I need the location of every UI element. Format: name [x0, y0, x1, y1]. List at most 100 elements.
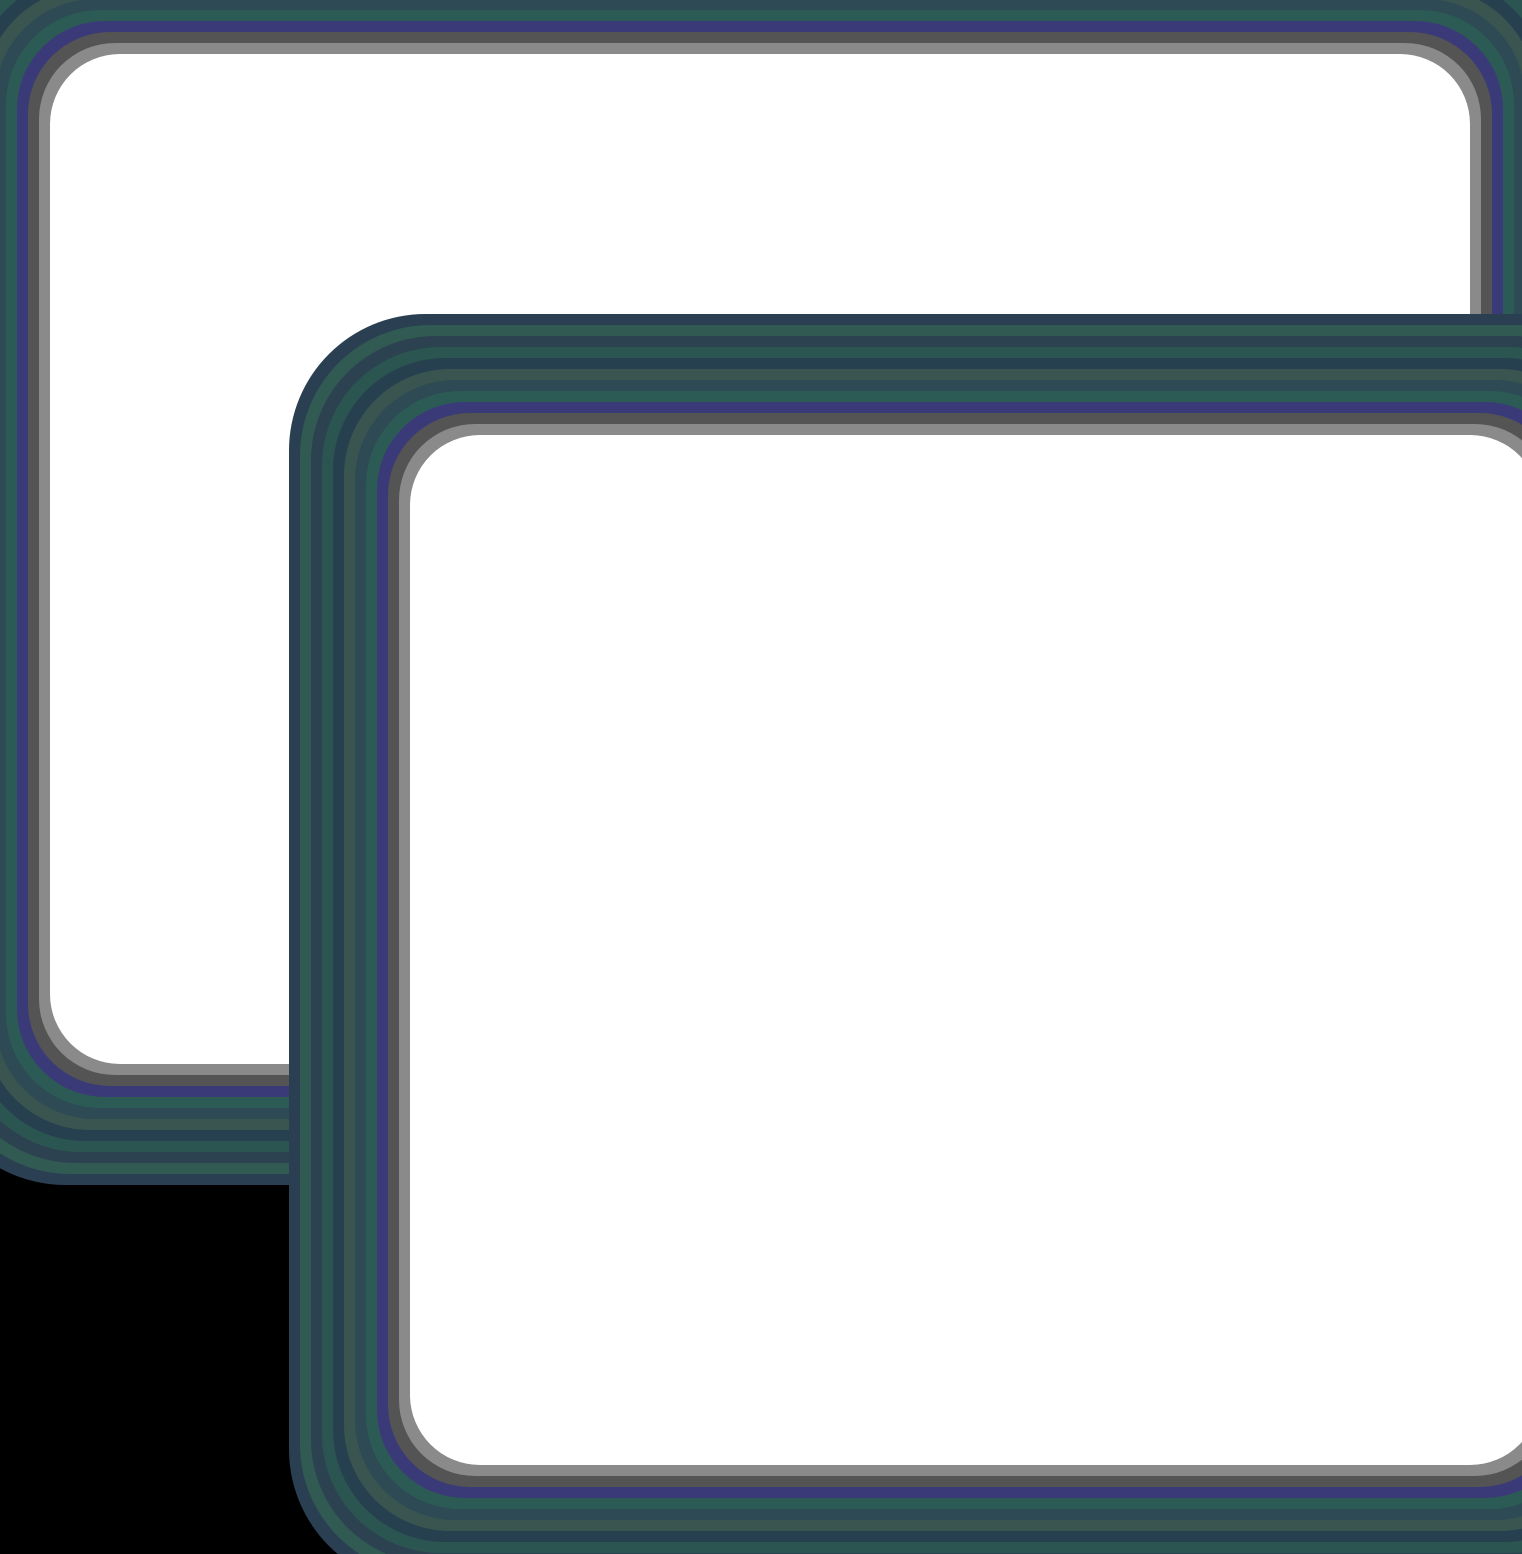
chart-x-tick-label: 09/05 [1004, 830, 1023, 839]
column-header-name[interactable]: Name [148, 281, 464, 338]
tag-list: TikTok Content optimization [567, 1091, 1312, 1143]
preview-widget-key-metrics-table[interactable]: Key Metrics Table quintly Sep 1 - Sep 8,… [578, 921, 1283, 974]
legend-label: Profile 2 [1102, 857, 1134, 867]
widget-folder-meta: quintly [589, 670, 627, 680]
page-title: Key Metrics Table [148, 130, 422, 167]
widget-date-label: Sep 1 - Sep 8, 2022 UTC (Daily) [1008, 670, 1124, 680]
legend-label: Profile 3 [1165, 857, 1197, 867]
column-header-likes[interactable]: Likes [1164, 281, 1416, 338]
widget-date-meta: Sep 1 - Sep 8, 2022 UTC (Daily) [639, 670, 766, 680]
save-dashboard-button[interactable]: Save dashboard [1008, 1273, 1316, 1347]
preview-widget-followers-total[interactable]: Followers Total quintly Sep 1 - Sep 8, 2… [578, 640, 926, 912]
legend-label: Profile 1 [1039, 857, 1071, 867]
date-range-label: Sep 1 - Sep 8, 2022 UTC (Daily) [323, 213, 669, 240]
tag-2[interactable]: Content optimization [690, 1091, 945, 1143]
cell-name: Profile 4 [172, 670, 261, 697]
chart-y-tick: 0 [961, 820, 965, 829]
widget-toolbar [1194, 649, 1273, 667]
download-icon[interactable] [856, 650, 871, 666]
calendar-icon [639, 951, 647, 961]
folder-icon [946, 670, 957, 680]
date-range-meta: Sep 1 - Sep 8, 2022 UTC (Daily) [288, 213, 669, 241]
widget-folder-label: quintly [603, 670, 627, 680]
widget-toolbar [837, 649, 916, 667]
legend-swatch [1084, 860, 1098, 864]
chevron-up-icon [724, 807, 741, 823]
column-header-followers-label: Followers [627, 281, 740, 308]
move-icon[interactable] [1262, 649, 1273, 667]
widget-date-meta: Sep 1 - Sep 8, 2022 UTC (Daily) [996, 670, 1123, 680]
cell-name: Profile 2 [148, 436, 464, 536]
table-row[interactable]: Profile 1 73,353,821 -215,067 864 17,362,174 [148, 337, 1416, 437]
kpi-label: Followers [730, 732, 774, 744]
preview-widget-followers-change[interactable]: Followers Change quintly Sep 1 - Sep 8, … [935, 640, 1283, 912]
cell-likes: 17,362,174 [1164, 337, 1416, 437]
overview-modal: Overview Followers Total quintly Sep 1 -… [519, 503, 1360, 1375]
chart-x-tick-label: 09/13 [1090, 830, 1109, 839]
chart-x-tick-label: 09/29 [1263, 830, 1282, 839]
legend-item[interactable]: Profile 3 [1147, 857, 1197, 867]
widget-title: Key Metrics Table [590, 932, 683, 944]
cell-name: Profile 3 [148, 535, 464, 635]
modal-description: See a high level overview of your TikTok… [567, 1022, 1115, 1052]
widget-notes[interactable]: + Notes [579, 887, 925, 911]
widget-notes[interactable]: + Notes [936, 887, 1282, 911]
cell-name: Profile 5 [172, 769, 261, 796]
legend-item[interactable]: Profile 2 [1084, 857, 1134, 867]
calendar-icon [288, 215, 312, 239]
widget-date-label: Sep 1 - Sep 8, 2022 UTC (Daily) [651, 951, 767, 961]
widget-folder-meta: quintly [946, 670, 984, 680]
cell-change: -215,067 [764, 337, 974, 437]
more-icon[interactable] [1232, 650, 1247, 666]
chart-x-tick-label: 09/09 [1047, 830, 1066, 839]
column-header-videos[interactable]: Videos [974, 281, 1164, 338]
legend-swatch [1147, 860, 1161, 864]
cell-name: Profile 6 [148, 832, 464, 932]
cell-name: Profile 1 [148, 337, 464, 437]
chart-y-tick: 500 [952, 766, 965, 775]
more-icon[interactable] [875, 650, 890, 666]
widget-date-label: Sep 1 - Sep 8, 2022 UTC (Daily) [651, 670, 767, 680]
save-dashboard-label: Save dashboard [1087, 1295, 1281, 1324]
refresh-icon[interactable] [1194, 931, 1209, 947]
kpi-value: 136k [700, 742, 805, 797]
move-icon[interactable] [1262, 930, 1273, 948]
modal-title: Overview [567, 547, 713, 584]
more-icon[interactable] [1232, 931, 1247, 947]
widget-folder-label: quintly [960, 670, 984, 680]
column-header-change[interactable]: +/- [764, 281, 974, 338]
chart-y-tick: 750 [952, 740, 965, 749]
column-header-followers[interactable]: Followers ▼ [464, 281, 764, 338]
refresh-icon[interactable] [837, 650, 852, 666]
folder-icon [148, 216, 174, 238]
table-header-row: Name Followers ▼ +/- Videos Likes [148, 281, 1416, 338]
cell-name: Profile 7 [148, 931, 464, 1031]
toolbar-divider [1254, 651, 1255, 665]
screenshot-stage: Key Metrics Table quintly Sep 1 - Sep 8,… [0, 0, 1522, 1554]
chart-y-tick: 1250 [948, 686, 965, 695]
toolbar-divider [897, 651, 898, 665]
widget-folder-label: quintly [603, 951, 627, 961]
download-icon[interactable] [1213, 650, 1228, 666]
chart-series-profile-1 [969, 733, 1273, 767]
cell-followers: 73,353,821 [464, 337, 764, 437]
chart-x-tick-label: 09/25 [1219, 830, 1238, 839]
kpi-delta-value: 0.5% [747, 806, 780, 823]
calendar-icon [996, 670, 1004, 680]
chart-x-tick-label: 09/01 [961, 830, 980, 839]
chart-y-tick: 1000 [948, 713, 965, 722]
chart-y-tick: 250 [952, 793, 965, 802]
folder-icon [589, 670, 600, 680]
legend-swatch [1021, 860, 1035, 864]
download-icon[interactable] [1213, 931, 1228, 947]
cell-videos: 864 [974, 337, 1164, 437]
refresh-icon[interactable] [1194, 650, 1209, 666]
caret-down-icon: ▼ [748, 286, 764, 303]
folder-icon [589, 951, 600, 961]
move-icon[interactable] [905, 649, 916, 667]
calendar-icon [639, 670, 647, 680]
legend-item[interactable]: Profile 1 [1021, 857, 1070, 867]
chart-x-tick-label: 09/17 [1133, 830, 1152, 839]
chart-series-profile-3 [969, 757, 1273, 775]
tag-1[interactable]: TikTok [567, 1091, 677, 1143]
